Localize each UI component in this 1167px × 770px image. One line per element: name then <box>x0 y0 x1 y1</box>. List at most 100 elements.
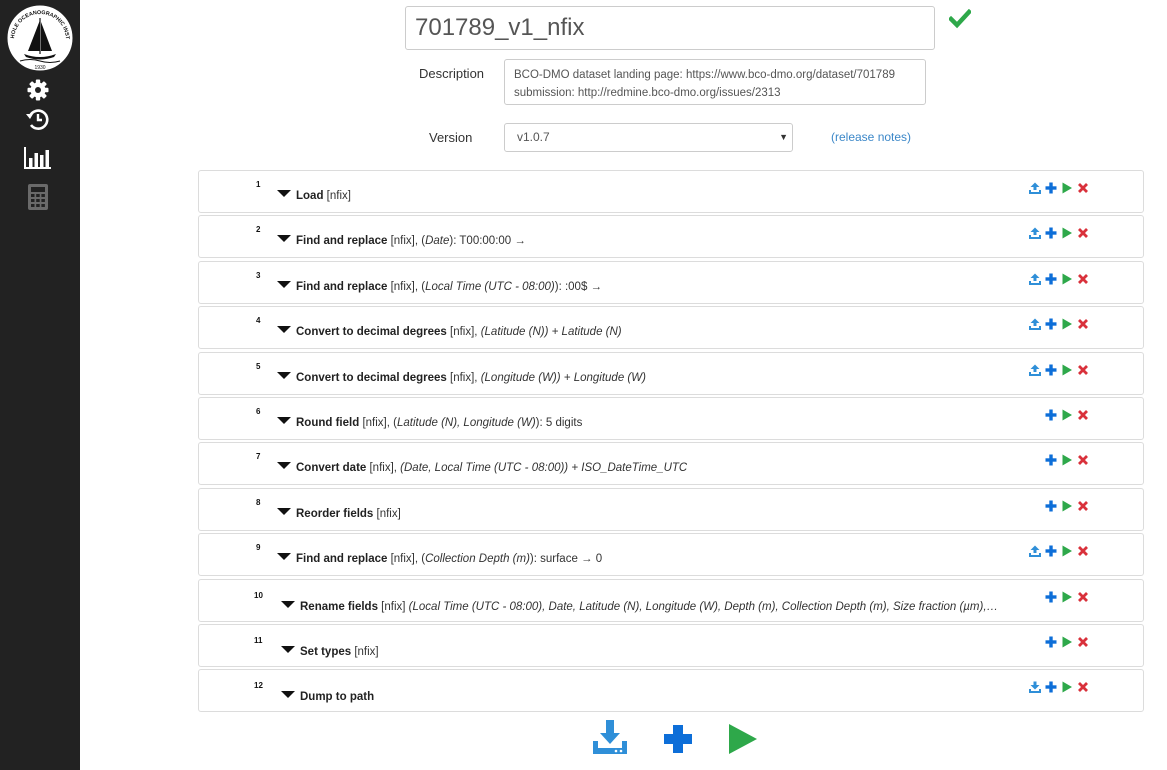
step-detail-part: (Latitude (N)) + Latitude (N) <box>480 326 622 339</box>
run-step-icon[interactable] <box>1061 500 1073 512</box>
caret-down-icon[interactable] <box>281 600 295 608</box>
remove-step-icon[interactable] <box>1077 182 1089 194</box>
step-actions <box>1029 681 1089 694</box>
caret-down-icon[interactable] <box>277 553 291 561</box>
run-step-icon[interactable] <box>1061 273 1073 285</box>
run-step-icon[interactable] <box>1061 318 1073 330</box>
upload-icon[interactable] <box>1029 318 1041 331</box>
remove-step-icon[interactable] <box>1077 591 1089 603</box>
add-step-icon[interactable] <box>1045 591 1057 603</box>
caret-down-icon[interactable] <box>277 371 291 379</box>
caret-down-icon[interactable] <box>281 645 295 653</box>
caret-down-icon[interactable] <box>277 416 291 424</box>
run-step-icon[interactable] <box>1061 364 1073 376</box>
add-step-icon[interactable] <box>1045 545 1057 557</box>
plus-icon[interactable] <box>660 719 696 757</box>
step-actions <box>1029 364 1089 376</box>
caret-down-icon[interactable] <box>277 235 291 243</box>
upload-icon[interactable] <box>1029 273 1041 285</box>
run-step-icon[interactable] <box>1061 454 1073 466</box>
upload-icon[interactable] <box>1029 364 1041 376</box>
pipeline-step[interactable]: 4 Convert to decimal degrees [nfix], (Lat… <box>198 306 1144 350</box>
play-icon[interactable] <box>725 719 761 757</box>
step-summary: Dump to path <box>300 691 374 703</box>
pipeline-step[interactable]: 9 Find and replace [nfix], (Collection De… <box>198 533 1144 577</box>
remove-step-icon[interactable] <box>1077 500 1089 512</box>
upload-icon[interactable] <box>1029 227 1041 240</box>
step-detail-part: [nfix], <box>366 462 401 475</box>
step-detail: [nfix] <box>351 646 378 658</box>
add-step-icon[interactable] <box>1045 636 1057 648</box>
bar-chart-icon[interactable] <box>22 144 54 172</box>
add-step-icon[interactable] <box>1045 318 1057 330</box>
pipeline-step[interactable]: 8 Reorder fields [nfix] <box>198 487 1144 531</box>
remove-step-icon[interactable] <box>1077 409 1089 421</box>
whoi-logo[interactable]: WOODS HOLE OCEANOGRAPHIC INSTITUTION 193… <box>4 2 76 74</box>
caret-down-icon[interactable] <box>281 691 295 699</box>
add-step-icon[interactable] <box>1045 681 1057 693</box>
run-step-icon[interactable] <box>1061 545 1073 557</box>
caret-down-icon[interactable] <box>277 280 291 288</box>
step-actions <box>1029 318 1089 331</box>
upload-icon[interactable] <box>1029 545 1041 558</box>
add-step-icon[interactable] <box>1045 227 1057 239</box>
description-line: submission: http://redmine.bco-dmo.org/i… <box>514 87 781 99</box>
step-title: Find and replace <box>296 553 388 566</box>
pipeline-step[interactable]: 1 Load [nfix] <box>198 170 1144 213</box>
caret-down-icon[interactable] <box>277 462 291 470</box>
description-textarea[interactable]: BCO-DMO dataset landing page: https://ww… <box>504 59 926 105</box>
main-panel: Description BCO-DMO dataset landing page… <box>80 0 1167 770</box>
remove-step-icon[interactable] <box>1077 454 1089 466</box>
run-step-icon[interactable] <box>1061 409 1073 421</box>
pipeline-step[interactable]: 11 Set types [nfix] <box>198 623 1144 667</box>
add-step-icon[interactable] <box>1045 182 1057 194</box>
caret-down-icon[interactable] <box>277 326 291 334</box>
add-step-icon[interactable] <box>1045 409 1057 421</box>
run-step-icon[interactable] <box>1061 681 1073 693</box>
history-icon[interactable] <box>22 106 54 134</box>
remove-step-icon[interactable] <box>1077 227 1089 239</box>
calculator-icon[interactable] <box>22 183 54 211</box>
pipeline-step[interactable]: 6 Round field [nfix], (Latitude (N), Long… <box>198 396 1144 440</box>
pipeline-step[interactable]: 7 Convert date [nfix], (Date, Local Time … <box>198 442 1144 486</box>
step-detail-part: [nfix], ( <box>387 553 426 566</box>
release-notes-link[interactable]: (release notes) <box>831 130 911 144</box>
add-step-icon[interactable] <box>1045 364 1057 376</box>
remove-step-icon[interactable] <box>1077 636 1089 648</box>
run-step-icon[interactable] <box>1061 591 1073 603</box>
remove-step-icon[interactable] <box>1077 681 1089 693</box>
upload-icon[interactable] <box>1029 182 1041 194</box>
description-line: BCO-DMO dataset landing page: https://ww… <box>514 69 895 81</box>
download-icon[interactable] <box>1029 681 1041 694</box>
remove-step-icon[interactable] <box>1077 364 1089 376</box>
add-step-icon[interactable] <box>1045 273 1057 285</box>
remove-step-icon[interactable] <box>1077 273 1089 285</box>
run-step-icon[interactable] <box>1061 227 1073 239</box>
step-number: 5 <box>256 361 261 371</box>
caret-down-icon[interactable] <box>277 507 291 515</box>
caret-down-icon[interactable] <box>277 190 291 197</box>
step-summary: Rename fields [nfix] (Local Time (UTC - … <box>300 601 998 613</box>
remove-step-icon[interactable] <box>1077 318 1089 330</box>
add-step-icon[interactable] <box>1045 500 1057 512</box>
pipeline-step[interactable]: 10 Rename fields [nfix] (Local Time (UTC … <box>198 578 1144 622</box>
caret-down-icon: ▼ <box>779 132 788 142</box>
pipeline-step[interactable]: 3 Find and replace [nfix], (Local Time (U… <box>198 260 1144 304</box>
pipeline-step[interactable]: 2 Find and replace [nfix], (Date): T00:00… <box>198 215 1144 259</box>
pipeline-step[interactable]: 5 Convert to decimal degrees [nfix], (Lon… <box>198 351 1144 395</box>
step-title: Convert date <box>296 462 367 475</box>
add-step-icon[interactable] <box>1045 454 1057 466</box>
run-step-icon[interactable] <box>1061 636 1073 648</box>
sidebar: WOODS HOLE OCEANOGRAPHIC INSTITUTION 193… <box>0 0 80 770</box>
run-step-icon[interactable] <box>1061 182 1073 194</box>
pipeline-name-input[interactable] <box>405 6 935 50</box>
version-select[interactable]: v1.0.7 ▼ <box>504 123 793 152</box>
gear-icon[interactable] <box>22 76 54 104</box>
pipeline-step[interactable]: 12 Dump to path <box>198 669 1144 713</box>
description-label: Description <box>419 66 485 81</box>
download-icon[interactable] <box>592 719 628 757</box>
step-title: Rename fields <box>300 600 378 613</box>
remove-step-icon[interactable] <box>1077 545 1089 557</box>
step-summary: Convert to decimal degrees [nfix], (Long… <box>296 372 646 384</box>
step-number: 2 <box>256 225 261 235</box>
